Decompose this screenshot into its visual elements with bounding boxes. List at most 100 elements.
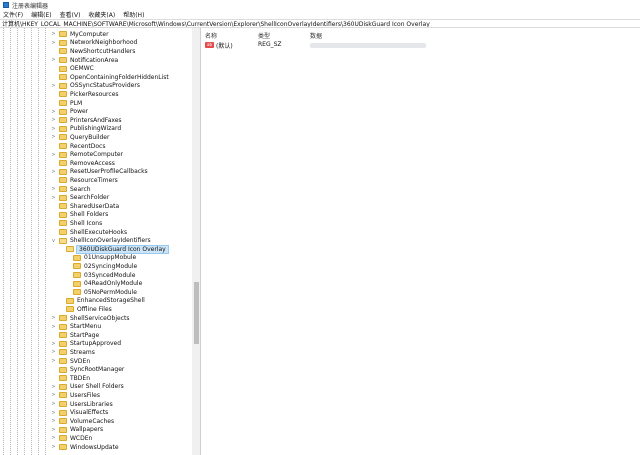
tree-item[interactable]: > Streams	[51, 348, 94, 357]
chevron-right-icon[interactable]	[51, 48, 56, 54]
chevron-right-icon[interactable]	[51, 91, 56, 97]
chevron-right-icon[interactable]	[58, 298, 63, 304]
tree-item[interactable]: 01UnsuppMobule	[65, 254, 136, 263]
tree-item[interactable]: OpenContainingFolderHiddenList	[51, 73, 169, 82]
chevron-right-icon[interactable]: >	[51, 358, 56, 364]
tree-item[interactable]: Shell Icons	[51, 219, 102, 228]
chevron-right-icon[interactable]: >	[51, 152, 56, 158]
chevron-right-icon[interactable]	[51, 143, 56, 149]
tree-item[interactable]: ResourceTimers	[51, 176, 118, 185]
menu-file[interactable]: 文件(F)	[3, 10, 23, 19]
tree-item[interactable]: > UsersLibraries	[51, 400, 112, 409]
tree-item[interactable]: > MyComputer	[51, 30, 108, 39]
chevron-right-icon[interactable]: >	[51, 57, 56, 63]
tree-item[interactable]: Shell Folders	[51, 211, 108, 220]
chevron-right-icon[interactable]	[65, 263, 70, 269]
tree-item[interactable]: > PrintersAndFaxes	[51, 116, 121, 125]
menu-edit[interactable]: 编辑(E)	[31, 10, 51, 19]
tree-item[interactable]: > StartupApproved	[51, 340, 121, 349]
tree-item[interactable]: > Wallpapers	[51, 426, 103, 435]
tree-item[interactable]: > QueryBuilder	[51, 133, 109, 142]
chevron-right-icon[interactable]: >	[51, 117, 56, 123]
tree-item[interactable]: NewShortcutHandlers	[51, 47, 135, 56]
chevron-right-icon[interactable]: >	[51, 418, 56, 424]
tree-item[interactable]: 04ReadOnlyModule	[65, 279, 142, 288]
tree-item[interactable]: RecentDocs	[51, 142, 105, 151]
tree-scrollbar-thumb[interactable]	[194, 282, 199, 344]
tree-item[interactable]: > ResetUserProfileCallbacks	[51, 168, 147, 177]
menu-view[interactable]: 查看(V)	[60, 10, 81, 19]
chevron-right-icon[interactable]: >	[51, 83, 56, 89]
chevron-right-icon[interactable]	[65, 272, 70, 278]
chevron-right-icon[interactable]: >	[51, 324, 56, 330]
tree-item[interactable]: v ShellIconOverlayIdentifiers	[51, 236, 151, 245]
chevron-right-icon[interactable]: >	[51, 186, 56, 192]
tree-item[interactable]: > User Shell Folders	[51, 383, 123, 392]
tree-item[interactable]: > OSSyncStatusProviders	[51, 82, 140, 91]
tree-item[interactable]: PickerResources	[51, 90, 119, 99]
chevron-right-icon[interactable]	[51, 177, 56, 183]
tree-item[interactable]: > SVDEn	[51, 357, 90, 366]
tree-item[interactable]: Offline Files	[58, 305, 112, 314]
chevron-right-icon[interactable]	[51, 220, 56, 226]
tree-item[interactable]: 02SyncingModule	[65, 262, 137, 271]
chevron-right-icon[interactable]	[65, 255, 70, 261]
registry-tree[interactable]: > MyComputer > NetworkNeighborhood NewShortc…	[0, 28, 201, 455]
chevron-right-icon[interactable]: >	[51, 401, 56, 407]
chevron-down-icon[interactable]: v	[51, 238, 56, 244]
tree-item[interactable]: > UsersFiles	[51, 391, 100, 400]
column-header-data[interactable]: 数据	[310, 31, 322, 40]
chevron-right-icon[interactable]	[51, 160, 56, 166]
chevron-right-icon[interactable]	[58, 246, 63, 252]
chevron-right-icon[interactable]: >	[51, 392, 56, 398]
chevron-right-icon[interactable]	[51, 203, 56, 209]
chevron-right-icon[interactable]	[51, 332, 56, 338]
tree-item[interactable]: > VisualEffects	[51, 408, 108, 417]
chevron-right-icon[interactable]	[65, 281, 70, 287]
menu-favorites[interactable]: 收藏夹(A)	[88, 10, 115, 19]
tree-item[interactable]: > NetworkNeighborhood	[51, 39, 137, 48]
tree-item[interactable]: > PublishingWizard	[51, 125, 121, 134]
address-bar[interactable]: 计算机\HKEY_LOCAL_MACHINE\SOFTWARE\Microsof…	[0, 19, 640, 28]
tree-item[interactable]: > ShellServiceObjects	[51, 314, 129, 323]
tree-item[interactable]: EnhancedStorageShell	[58, 297, 145, 306]
tree-item[interactable]: > Search	[51, 185, 90, 194]
menu-help[interactable]: 帮助(H)	[123, 10, 144, 19]
chevron-right-icon[interactable]: >	[51, 315, 56, 321]
tree-item[interactable]: SyncRootManager	[51, 365, 124, 374]
chevron-right-icon[interactable]: >	[51, 31, 56, 37]
chevron-right-icon[interactable]: >	[51, 109, 56, 115]
chevron-right-icon[interactable]	[51, 100, 56, 106]
chevron-right-icon[interactable]: >	[51, 169, 56, 175]
tree-item[interactable]: OEMWC	[51, 64, 94, 73]
chevron-right-icon[interactable]	[51, 367, 56, 373]
chevron-right-icon[interactable]: >	[51, 349, 56, 355]
chevron-right-icon[interactable]	[51, 212, 56, 218]
chevron-right-icon[interactable]	[51, 229, 56, 235]
tree-item[interactable]: StartPage	[51, 331, 99, 340]
chevron-right-icon[interactable]	[51, 375, 56, 381]
tree-item[interactable]: > RemoteComputer	[51, 150, 123, 159]
tree-item[interactable]: 03SyncedModule	[65, 271, 135, 280]
tree-item[interactable]: > VolumeCaches	[51, 417, 114, 426]
tree-item[interactable]: PLM	[51, 99, 82, 108]
chevron-right-icon[interactable]	[51, 74, 56, 80]
chevron-right-icon[interactable]: >	[51, 435, 56, 441]
chevron-right-icon[interactable]: >	[51, 384, 56, 390]
column-header-type[interactable]: 类型	[258, 31, 270, 40]
value-row[interactable]: ab (默认)	[205, 41, 233, 50]
chevron-right-icon[interactable]: >	[51, 427, 56, 433]
chevron-right-icon[interactable]	[65, 289, 70, 295]
tree-item[interactable]: > WCDEn	[51, 434, 92, 443]
column-header-name[interactable]: 名称	[205, 31, 217, 40]
chevron-right-icon[interactable]: >	[51, 126, 56, 132]
chevron-right-icon[interactable]	[58, 306, 63, 312]
chevron-right-icon[interactable]: >	[51, 444, 56, 450]
tree-item[interactable]: 05NoPermModule	[65, 288, 137, 297]
chevron-right-icon[interactable]: >	[51, 195, 56, 201]
chevron-right-icon[interactable]: >	[51, 134, 56, 140]
tree-item[interactable]: TBDEn	[51, 374, 90, 383]
chevron-right-icon[interactable]: >	[51, 341, 56, 347]
chevron-right-icon[interactable]: >	[51, 410, 56, 416]
tree-item[interactable]: SharedUserData	[51, 202, 119, 211]
